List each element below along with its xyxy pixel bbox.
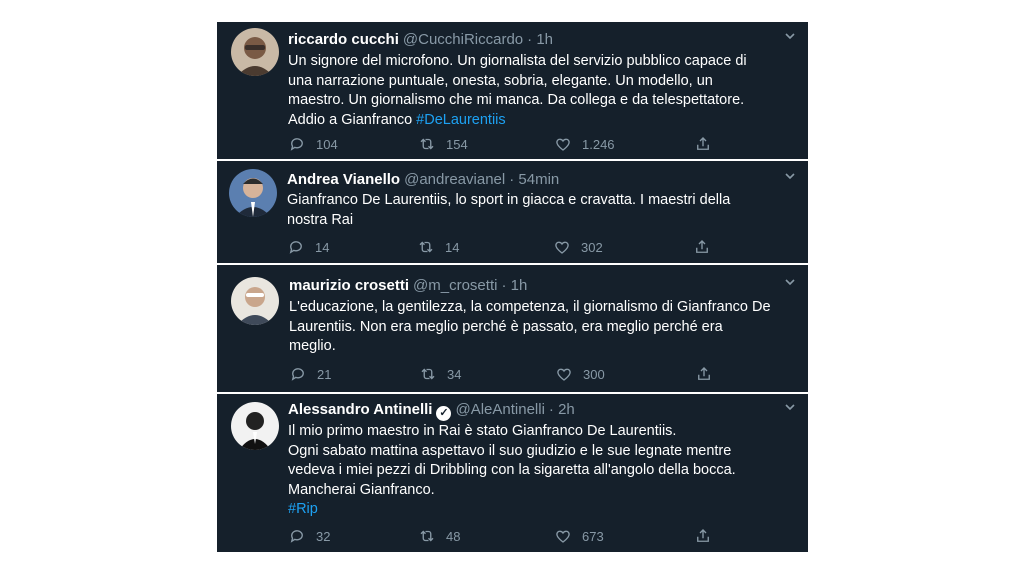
tweet-text: Un signore del microfono. Un giornalista…: [288, 52, 798, 130]
author-handle[interactable]: @AleAntinelli: [455, 401, 544, 418]
share-icon: [697, 529, 709, 542]
avatar[interactable]: [231, 28, 279, 76]
retweet-button[interactable]: 14: [417, 238, 459, 256]
chevron-down-icon[interactable]: [784, 276, 796, 291]
share-icon: [698, 367, 710, 380]
tweet-text: Gianfranco De Laurentiis, lo sport in gi…: [287, 191, 797, 230]
reply-count: 21: [317, 366, 332, 382]
like-count: 1.246: [582, 136, 615, 152]
reply-button[interactable]: 104: [288, 135, 338, 153]
retweet-button[interactable]: 34: [419, 365, 461, 383]
author-handle[interactable]: @andreavianel: [404, 171, 505, 188]
like-count: 673: [582, 528, 604, 544]
reply-count: 14: [315, 239, 330, 255]
author-handle[interactable]: @CucchiRiccardo: [403, 31, 523, 48]
hashtag-link[interactable]: #Rip: [288, 501, 318, 517]
tweet-card[interactable]: Andrea Vianello @andreavianel · 54min Gian…: [217, 161, 808, 263]
retweet-icon: [419, 241, 433, 253]
reply-icon: [290, 530, 303, 543]
tweet-time[interactable]: · 1h: [527, 31, 553, 48]
verified-badge-icon: ✓: [436, 406, 452, 421]
tweet-time[interactable]: · 1h: [501, 277, 527, 294]
share-icon: [696, 240, 708, 253]
retweet-count: 14: [445, 239, 460, 255]
tweet-card[interactable]: maurizio crosetti @m_crosetti · 1h L'educa…: [217, 265, 808, 392]
tweet-card[interactable]: Alessandro Antinelli ✓ @AleAntinelli · 2h I…: [217, 394, 808, 552]
retweet-icon: [420, 138, 434, 150]
hashtag-link[interactable]: #DeLaurentiis: [416, 112, 505, 128]
retweet-count: 48: [446, 528, 461, 544]
tweet-text-content: Il mio primo maestro in Rai è stato Gian…: [288, 423, 736, 498]
tweet-text-content: L'educazione, la gentilezza, la competen…: [289, 299, 771, 354]
reply-button[interactable]: 21: [289, 365, 331, 383]
tweet-time[interactable]: · 2h: [549, 401, 575, 418]
author-name[interactable]: riccardo cucchi: [288, 31, 399, 48]
chevron-down-icon[interactable]: [784, 401, 796, 416]
reply-icon: [289, 241, 302, 254]
chevron-down-icon[interactable]: [784, 30, 796, 45]
chevron-down-icon[interactable]: [784, 170, 796, 185]
reply-button[interactable]: 32: [288, 527, 330, 545]
retweet-button[interactable]: 48: [418, 527, 460, 545]
tweet-text: L'educazione, la gentilezza, la competen…: [289, 298, 799, 357]
avatar[interactable]: [231, 402, 279, 450]
reply-count: 104: [316, 136, 338, 152]
reply-count: 32: [316, 528, 331, 544]
share-button[interactable]: [694, 135, 712, 153]
tweet-time[interactable]: · 54min: [509, 171, 559, 188]
share-button[interactable]: [694, 527, 712, 545]
tweet-text-content: Gianfranco De Laurentiis, lo sport in gi…: [287, 192, 731, 228]
author-name[interactable]: Andrea Vianello: [287, 171, 400, 188]
like-count: 302: [581, 239, 603, 255]
heart-icon: [557, 368, 571, 381]
like-button[interactable]: 302: [553, 238, 603, 256]
tweet-card[interactable]: riccardo cucchi @CucchiRiccardo · 1h Un si…: [217, 22, 808, 159]
author-name[interactable]: maurizio crosetti: [289, 277, 409, 294]
share-icon: [697, 137, 709, 150]
reply-icon: [291, 368, 304, 381]
retweet-icon: [421, 368, 435, 380]
heart-icon: [556, 138, 570, 151]
author-name[interactable]: Alessandro Antinelli: [288, 401, 432, 418]
share-button[interactable]: [695, 365, 713, 383]
share-button[interactable]: [693, 238, 711, 256]
like-button[interactable]: 673: [554, 527, 604, 545]
heart-icon: [555, 241, 569, 254]
reply-icon: [290, 138, 303, 151]
retweet-count: 34: [447, 366, 462, 382]
retweet-button[interactable]: 154: [418, 135, 468, 153]
heart-icon: [556, 530, 570, 543]
like-count: 300: [583, 366, 605, 382]
reply-button[interactable]: 14: [287, 238, 329, 256]
retweet-count: 154: [446, 136, 468, 152]
tweet-text: Il mio primo maestro in Rai è stato Gian…: [288, 422, 803, 520]
like-button[interactable]: 300: [555, 365, 605, 383]
avatar[interactable]: [229, 169, 277, 217]
tweet-text-content: Un signore del microfono. Un giornalista…: [288, 53, 747, 128]
like-button[interactable]: 1.246: [554, 135, 615, 153]
avatar[interactable]: [231, 277, 279, 325]
retweet-icon: [420, 530, 434, 542]
author-handle[interactable]: @m_crosetti: [413, 277, 497, 294]
